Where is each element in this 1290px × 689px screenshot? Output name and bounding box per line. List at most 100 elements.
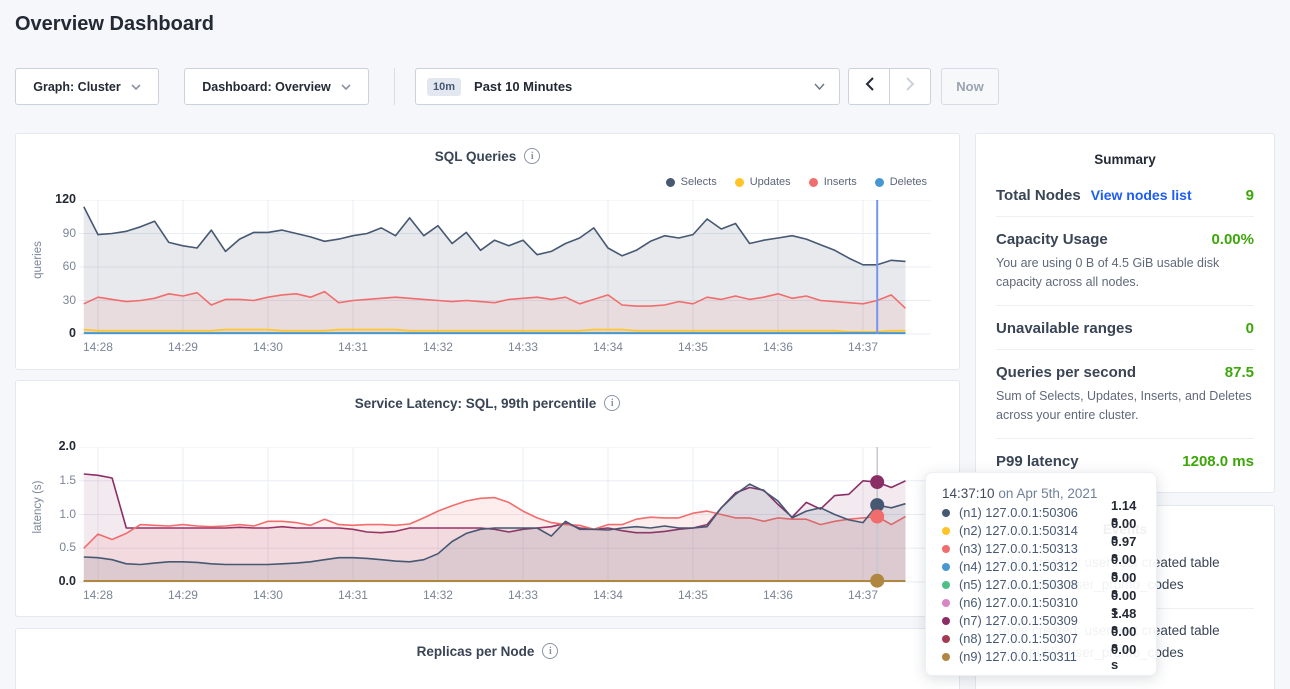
- p99-latency-label: P99 latency: [996, 453, 1079, 470]
- x-tick-label: 14:36: [756, 588, 800, 602]
- y-tick-label: 2.0: [36, 439, 76, 453]
- summary-panel: Summary Total Nodes View nodes list 9 Ca…: [975, 133, 1275, 493]
- y-tick-label: 0.0: [36, 574, 76, 588]
- y-tick-label: 90: [36, 226, 76, 240]
- x-tick-label: 14:33: [501, 340, 545, 354]
- sql-queries-chart[interactable]: [79, 200, 931, 342]
- series-color-dot: [942, 545, 950, 553]
- series-color-dot: [942, 599, 950, 607]
- total-nodes-value: 9: [1246, 187, 1254, 204]
- queries-per-second-caption: Sum of Selects, Updates, Inserts, and De…: [996, 387, 1254, 426]
- x-tick-label: 14:37: [841, 340, 885, 354]
- capacity-usage-value: 0.00%: [1211, 231, 1254, 248]
- series-color-dot: [942, 509, 950, 517]
- series-color-dot: [942, 563, 950, 571]
- sql-queries-chart-title: SQL Queries: [435, 149, 517, 164]
- chevron-left-icon: [865, 77, 874, 96]
- y-tick-label: 30: [36, 293, 76, 307]
- time-range-picker[interactable]: 10m Past 10 Minutes: [415, 68, 840, 105]
- legend-item-updates[interactable]: Updates: [735, 176, 791, 188]
- summary-row-unavailable-ranges: Unavailable ranges 0: [996, 306, 1254, 350]
- p99-latency-value: 1208.0 ms: [1182, 453, 1254, 470]
- summary-row-capacity-usage: Capacity Usage 0.00% You are using 0 B o…: [996, 217, 1254, 306]
- x-tick-label: 14:31: [331, 588, 375, 602]
- tooltip-node-address: (n5) 127.0.0.1:50308: [959, 577, 1111, 592]
- chevron-right-icon: [906, 77, 915, 96]
- x-tick-label: 14:30: [246, 340, 290, 354]
- legend-dot: [875, 178, 884, 187]
- legend-item-inserts[interactable]: Inserts: [809, 176, 857, 188]
- info-icon[interactable]: i: [524, 148, 540, 164]
- tooltip-node-value: 0.00 s: [1111, 642, 1140, 672]
- service-latency-chart-title: Service Latency: SQL, 99th percentile: [355, 396, 597, 411]
- x-tick-label: 14:34: [586, 588, 630, 602]
- info-icon[interactable]: i: [604, 395, 620, 411]
- graph-dropdown-label: Graph: Cluster: [33, 80, 121, 94]
- x-tick-label: 14:35: [671, 340, 715, 354]
- queries-per-second-label: Queries per second: [996, 364, 1136, 381]
- graph-dropdown[interactable]: Graph: Cluster: [15, 68, 159, 105]
- service-latency-chart[interactable]: [79, 447, 931, 590]
- replicas-per-node-card: Replicas per Node i: [15, 628, 960, 689]
- time-prev-button[interactable]: [848, 68, 890, 105]
- x-tick-label: 14:28: [76, 340, 120, 354]
- now-button-disabled[interactable]: Now: [941, 68, 999, 105]
- now-button-label: Now: [956, 79, 983, 94]
- x-tick-label: 14:28: [76, 588, 120, 602]
- tooltip-rows: (n1) 127.0.0.1:503061.14 s(n2) 127.0.0.1…: [942, 506, 1140, 663]
- time-next-button-disabled[interactable]: [889, 68, 931, 105]
- legend-item-selects[interactable]: Selects: [666, 176, 717, 188]
- x-tick-label: 14:35: [671, 588, 715, 602]
- y-tick-label: 60: [36, 259, 76, 273]
- summary-row-total-nodes: Total Nodes View nodes list 9: [996, 173, 1254, 217]
- overview-dashboard-page: Overview Dashboard Graph: Cluster Dashbo…: [0, 0, 1290, 689]
- legend-label: Updates: [750, 176, 791, 188]
- x-tick-label: 14:29: [161, 340, 205, 354]
- series-color-dot: [942, 581, 950, 589]
- summary-row-queries-per-second: Queries per second 87.5 Sum of Selects, …: [996, 350, 1254, 439]
- legend-label: Deletes: [890, 176, 927, 188]
- chevron-down-icon: [814, 83, 825, 90]
- toolbar-divider: [394, 68, 395, 105]
- y-tick-label: 1.0: [36, 507, 76, 521]
- x-tick-label: 14:32: [416, 340, 460, 354]
- legend-dot: [809, 178, 818, 187]
- legend-label: Inserts: [824, 176, 857, 188]
- replicas-per-node-chart-title: Replicas per Node: [417, 644, 535, 659]
- view-nodes-list-link[interactable]: View nodes list: [1091, 187, 1192, 203]
- y-tick-label: 120: [36, 192, 76, 206]
- x-tick-label: 14:36: [756, 340, 800, 354]
- chevron-down-icon: [341, 84, 351, 90]
- page-title: Overview Dashboard: [15, 13, 214, 36]
- legend-label: Selects: [681, 176, 717, 188]
- x-tick-label: 14:29: [161, 588, 205, 602]
- x-tick-label: 14:31: [331, 340, 375, 354]
- x-tick-label: 14:34: [586, 340, 630, 354]
- y-tick-label: 0.5: [36, 540, 76, 554]
- x-tick-label: 14:30: [246, 588, 290, 602]
- capacity-usage-caption: You are using 0 B of 4.5 GiB usable disk…: [996, 254, 1254, 293]
- x-tick-label: 14:33: [501, 588, 545, 602]
- chevron-down-icon: [131, 84, 141, 90]
- capacity-usage-label: Capacity Usage: [996, 231, 1108, 248]
- chart-hover-tooltip: 14:37:10 on Apr 5th, 2021 (n1) 127.0.0.1…: [925, 472, 1157, 676]
- info-icon[interactable]: i: [542, 643, 558, 659]
- series-color-dot: [942, 617, 950, 625]
- y-tick-label: 1.5: [36, 473, 76, 487]
- legend-item-deletes[interactable]: Deletes: [875, 176, 927, 188]
- service-latency-card: Service Latency: SQL, 99th percentile i …: [15, 380, 960, 617]
- sql-queries-card: SQL Queries i Selects Updates Inserts Delet…: [15, 133, 960, 370]
- tooltip-node-address: (n3) 127.0.0.1:50313: [959, 541, 1111, 556]
- tooltip-node-address: (n8) 127.0.0.1:50307: [959, 631, 1111, 646]
- series-color-dot: [942, 653, 950, 661]
- series-color-dot: [942, 527, 950, 535]
- x-tick-label: 14:32: [416, 588, 460, 602]
- unavailable-ranges-label: Unavailable ranges: [996, 320, 1133, 337]
- dashboard-dropdown[interactable]: Dashboard: Overview: [184, 68, 369, 105]
- y-tick-label: 0: [36, 326, 76, 340]
- summary-title: Summary: [976, 134, 1274, 173]
- sql-queries-legend: Selects Updates Inserts Deletes: [666, 176, 927, 188]
- tooltip-node-address: (n7) 127.0.0.1:50309: [959, 613, 1111, 628]
- tooltip-date: on Apr 5th, 2021: [995, 486, 1098, 501]
- series-color-dot: [942, 635, 950, 643]
